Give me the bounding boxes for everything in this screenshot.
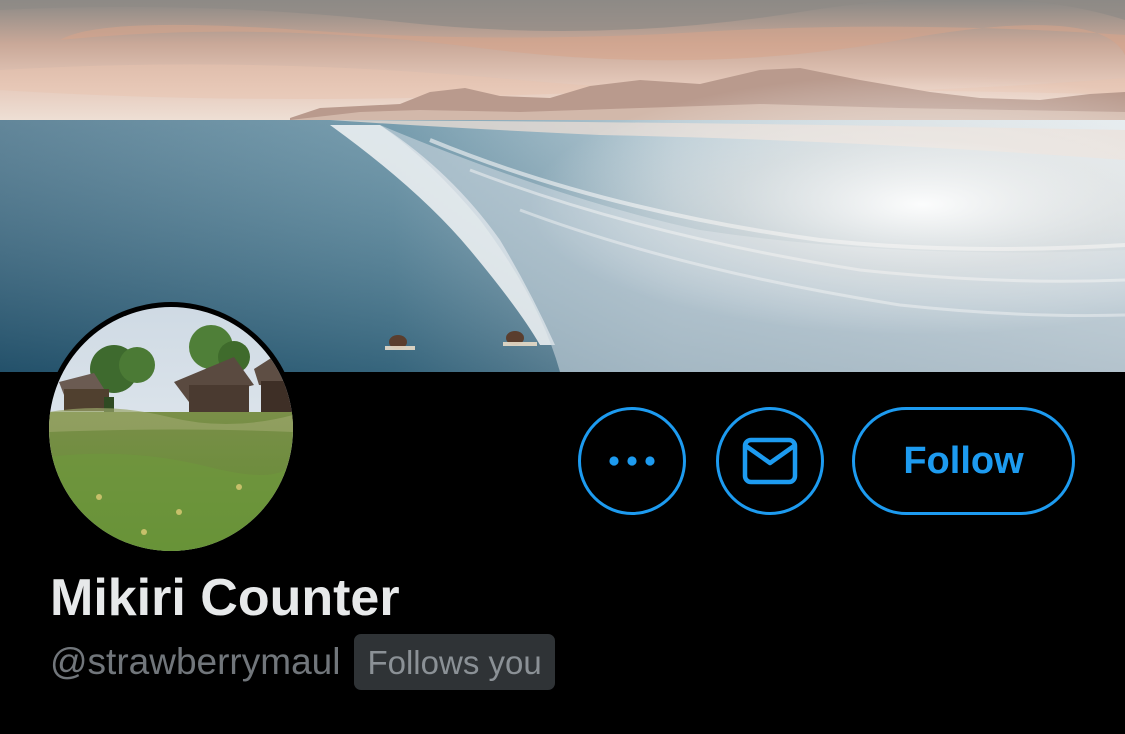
handle-row: @strawberrymaul Follows you bbox=[50, 634, 555, 690]
envelope-icon bbox=[742, 437, 798, 485]
follows-you-badge: Follows you bbox=[354, 634, 555, 690]
more-options-button[interactable] bbox=[578, 407, 686, 515]
message-button[interactable] bbox=[716, 407, 824, 515]
more-horizontal-icon bbox=[608, 455, 656, 467]
follow-button-label: Follow bbox=[903, 439, 1024, 482]
display-name: Mikiri Counter bbox=[50, 569, 400, 627]
user-handle: @strawberrymaul bbox=[50, 641, 341, 682]
follow-button[interactable]: Follow bbox=[852, 407, 1075, 515]
profile-avatar[interactable] bbox=[44, 302, 298, 556]
